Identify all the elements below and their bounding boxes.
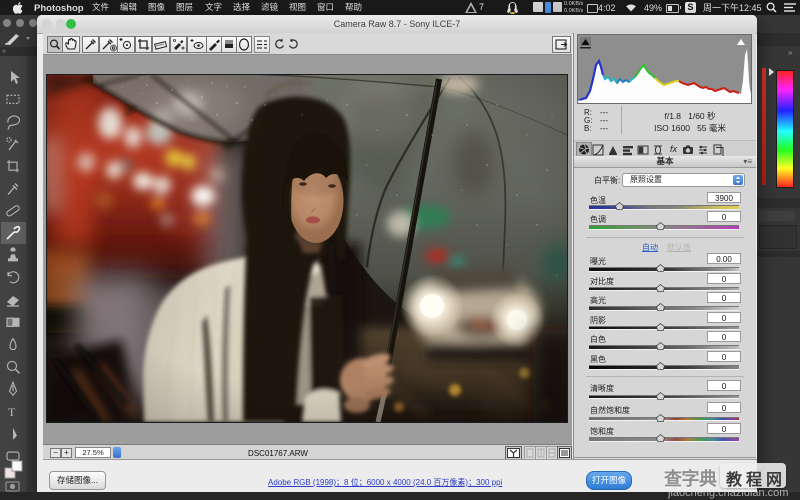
svg-text:T: T bbox=[8, 405, 16, 419]
